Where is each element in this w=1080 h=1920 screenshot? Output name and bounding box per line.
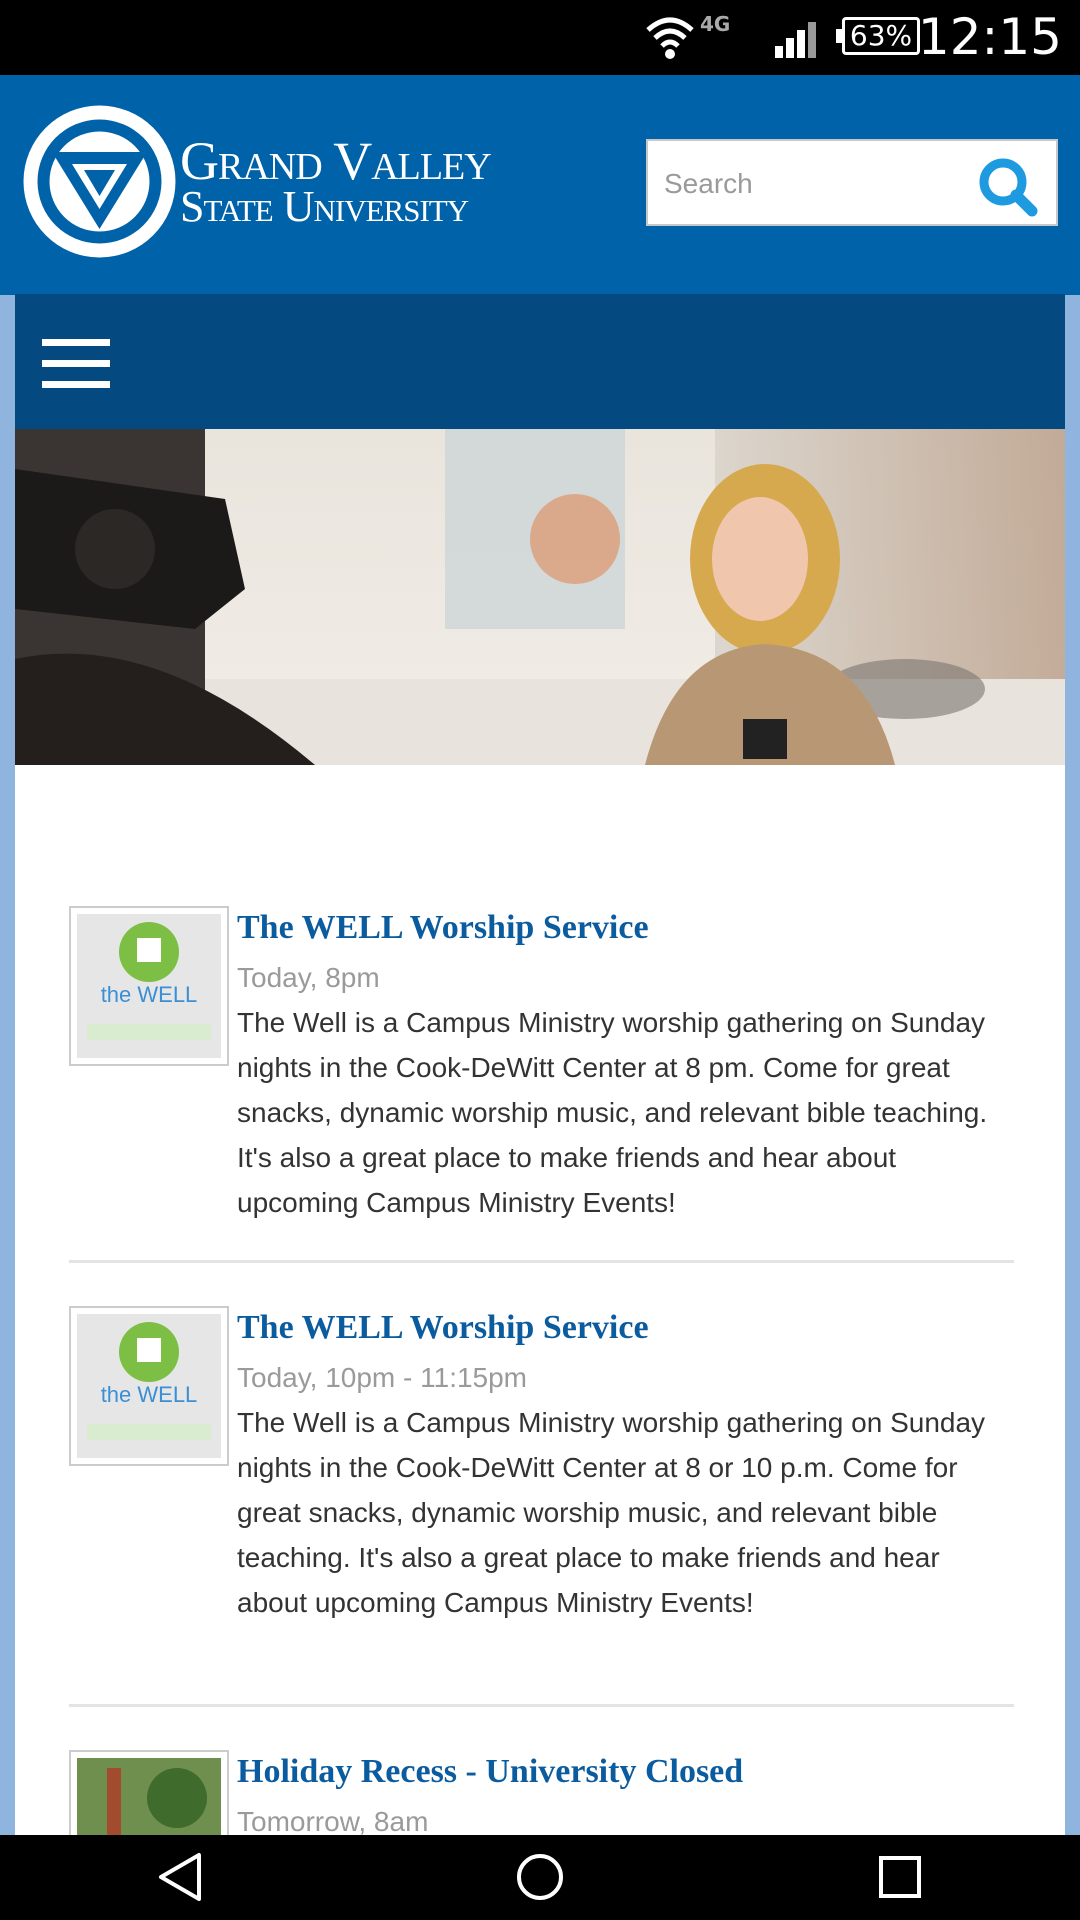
home-icon[interactable]	[480, 1835, 600, 1920]
event-item[interactable]: Holiday Recess - University Closed Tomor…	[69, 1750, 1014, 1835]
event-title-link[interactable]: The WELL Worship Service	[237, 906, 1007, 950]
gvsu-logo-icon[interactable]	[22, 104, 177, 259]
hero-photo	[15, 429, 1065, 765]
hamburger-menu-icon[interactable]	[42, 339, 110, 391]
event-title-link[interactable]: The WELL Worship Service	[237, 1306, 1007, 1350]
the-well-logo-icon: the WELL	[77, 914, 221, 1058]
status-bar: 4G 63% 12:15	[0, 0, 1080, 75]
event-description: The Well is a Campus Ministry worship ga…	[237, 1007, 988, 1218]
wordmark-line1: Grand Valley	[180, 131, 492, 191]
svg-text:the WELL: the WELL	[101, 1382, 198, 1407]
search-icon[interactable]	[976, 155, 1038, 217]
campus-photo-icon	[77, 1758, 221, 1835]
university-wordmark[interactable]: Grand Valley State University	[180, 131, 492, 231]
back-icon[interactable]	[121, 1835, 241, 1920]
battery-icon: 63%	[836, 17, 920, 55]
battery-level: 63%	[849, 19, 913, 52]
events-list: the WELL The WELL Worship Service Today,…	[15, 765, 1065, 1835]
system-navigation-bar	[0, 1835, 1080, 1920]
event-description: The Well is a Campus Ministry worship ga…	[237, 1407, 986, 1618]
event-time: Today, 8pm	[237, 962, 380, 993]
divider	[69, 1260, 1014, 1263]
clock: 12:15	[917, 8, 1062, 66]
wordmark-line2: State University	[180, 181, 469, 231]
event-thumbnail[interactable]: the WELL	[69, 906, 229, 1066]
event-title-link[interactable]: Holiday Recess - University Closed	[237, 1750, 1007, 1794]
signal-icon	[775, 22, 816, 58]
event-thumbnail[interactable]	[69, 1750, 229, 1835]
svg-text:the WELL: the WELL	[101, 982, 198, 1007]
event-thumbnail[interactable]: the WELL	[69, 1306, 229, 1466]
wifi-icon	[646, 17, 694, 59]
recents-icon[interactable]	[840, 1835, 960, 1920]
main-nav-bar	[15, 294, 1065, 429]
event-item[interactable]: the WELL The WELL Worship Service Today,…	[69, 1306, 1014, 1676]
the-well-logo-icon: the WELL	[77, 1314, 221, 1458]
hero-banner-image	[15, 429, 1065, 765]
event-item[interactable]: the WELL The WELL Worship Service Today,…	[69, 906, 1014, 1226]
event-time: Tomorrow, 8am	[237, 1806, 429, 1835]
search-box	[646, 139, 1058, 226]
event-time: Today, 10pm - 11:15pm	[237, 1362, 528, 1393]
search-input[interactable]	[662, 161, 966, 207]
divider	[69, 1704, 1014, 1707]
network-type-label: 4G	[700, 12, 731, 36]
